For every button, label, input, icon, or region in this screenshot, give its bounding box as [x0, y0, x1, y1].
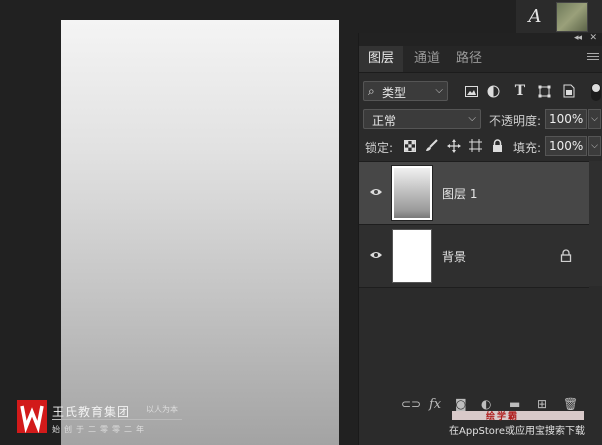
lock-artboard-icon[interactable]: [468, 138, 483, 153]
navigator-thumbnail[interactable]: [556, 2, 588, 32]
layers-list: 图层 1 背景: [359, 161, 602, 392]
filter-kind-label: 类型: [382, 86, 407, 100]
layer-thumbnail[interactable]: [391, 165, 433, 221]
opacity-field[interactable]: 100%: [545, 109, 587, 129]
logo-slogan: 以人为本: [146, 405, 178, 414]
layers-scrollbar[interactable]: [589, 161, 602, 286]
logo-subtitle: 始创于二零零二年: [52, 425, 148, 434]
filter-toggle[interactable]: [591, 83, 601, 101]
blend-mode-value: 正常: [372, 114, 397, 128]
fill-label: 填充:: [513, 141, 542, 155]
image-filter-icon[interactable]: [463, 83, 479, 99]
lock-label: 锁定:: [365, 141, 394, 155]
tab-layers[interactable]: 图层: [359, 46, 403, 72]
layer-row[interactable]: 图层 1: [359, 162, 589, 225]
panel-menu-icon[interactable]: [587, 53, 599, 63]
layer-name[interactable]: 背景: [442, 248, 466, 265]
layer-filter-select[interactable]: ⌕ 类型 ⌵: [363, 81, 448, 101]
lock-transparent-pixels-icon[interactable]: [402, 138, 417, 153]
logo-title: 王氏教育集团: [52, 405, 131, 419]
tab-paths[interactable]: 路径: [451, 46, 487, 72]
panel-title-bar: [359, 33, 602, 46]
link-icon[interactable]: ⊂⊃: [401, 397, 421, 411]
panel-tab-bar: 图层 通道 路径: [359, 46, 602, 73]
layer-thumbnail[interactable]: [392, 229, 432, 283]
mask-icon[interactable]: ◙: [455, 397, 467, 411]
smart-object-filter-icon[interactable]: [561, 83, 577, 99]
blend-mode-select[interactable]: 正常 ⌵: [363, 109, 481, 129]
lock-image-pixels-icon[interactable]: [424, 138, 439, 153]
trash-icon[interactable]: 🗑: [563, 397, 578, 411]
eye-icon[interactable]: [369, 186, 383, 198]
type-filter-icon[interactable]: T: [512, 83, 528, 99]
eye-icon[interactable]: [369, 249, 383, 261]
collapse-panel-icon[interactable]: ◂◂: [574, 33, 582, 43]
lock-position-icon[interactable]: [446, 138, 461, 153]
new-layer-icon[interactable]: ⊞: [537, 397, 547, 411]
adjustment-filter-icon[interactable]: [485, 83, 501, 99]
layer-row[interactable]: 背景: [359, 225, 589, 288]
fx-icon[interactable]: fx: [429, 397, 441, 412]
watermark-brand: 绘学霸: [486, 412, 520, 422]
opacity-label: 不透明度:: [489, 114, 542, 128]
search-icon: ⌕: [368, 84, 375, 98]
fill-dropdown-button[interactable]: ⌵: [588, 136, 601, 156]
watermark-text: 在AppStore或应用宝搜索下载: [449, 426, 585, 437]
chevron-down-icon: ⌵: [468, 113, 476, 124]
tab-channels[interactable]: 通道: [407, 46, 447, 72]
logo-divider: [52, 419, 182, 420]
opacity-dropdown-button[interactable]: ⌵: [588, 109, 601, 129]
lock-all-icon[interactable]: [490, 138, 505, 153]
chevron-down-icon: ⌵: [435, 85, 443, 96]
layer-name[interactable]: 图层 1: [442, 185, 477, 202]
layers-panel: ◂◂ ✕ 图层 通道 路径 ⌕ 类型 ⌵ T 正常 ⌵ 不透明度: 100% ⌵…: [358, 33, 602, 445]
close-panel-icon[interactable]: ✕: [589, 33, 597, 43]
logo: [17, 400, 47, 434]
character-panel-icon[interactable]: A: [520, 3, 550, 29]
lock-icon: [560, 249, 572, 262]
shape-filter-icon[interactable]: [536, 83, 552, 99]
document-canvas[interactable]: [61, 20, 339, 445]
fill-field[interactable]: 100%: [545, 136, 587, 156]
